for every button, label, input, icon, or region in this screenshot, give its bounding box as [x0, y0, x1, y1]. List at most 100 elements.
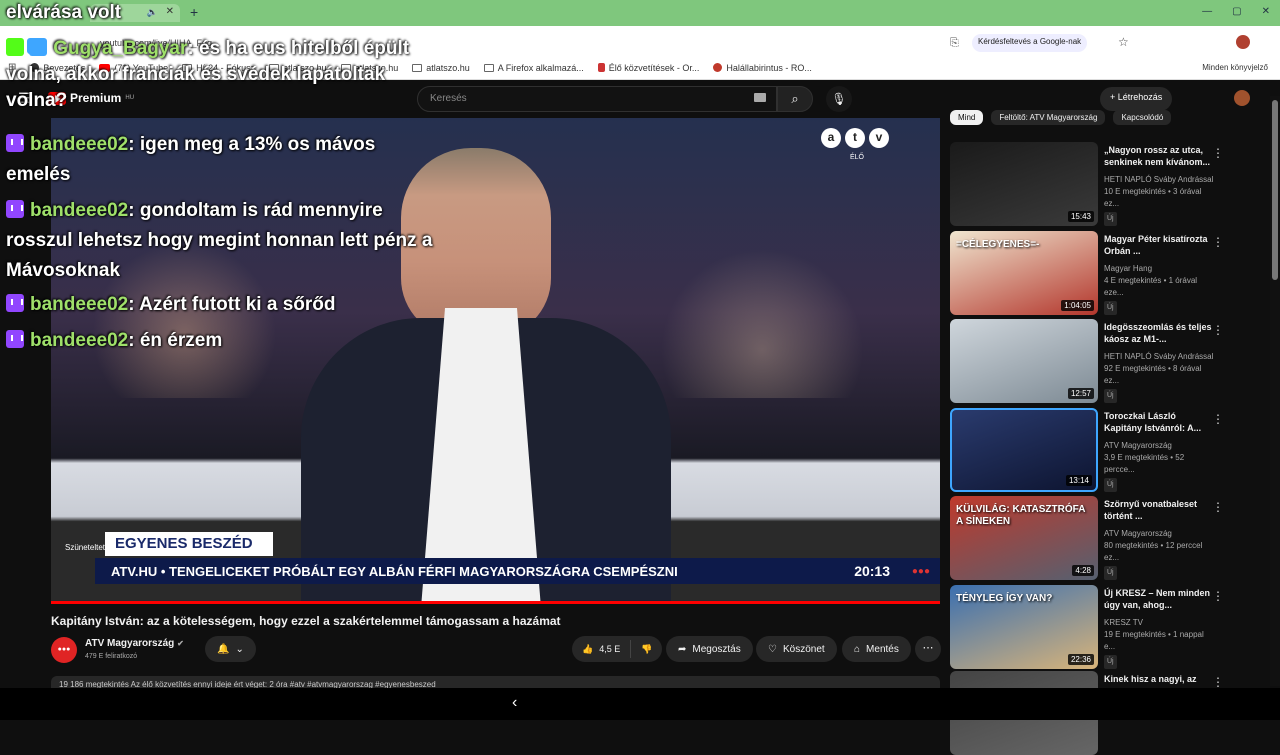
window-close-icon[interactable]: ✕ [1262, 6, 1270, 17]
thanks-icon: ♡ [768, 643, 777, 655]
google-search-button[interactable]: Kérdésfeltevés a Google-nak [972, 34, 1088, 52]
video-thumbnail[interactable]: =CÉLEGYENES=- 1:04:05 [950, 231, 1098, 315]
more-actions-button[interactable]: ⋯ [915, 636, 941, 662]
recommended-meta: KRESZ TV 19 E megtekintés • 1 nappal e...… [1104, 617, 1216, 669]
recommended-video[interactable]: 13:14 Toroczkai László Kapitány Istvánról… [950, 408, 1270, 492]
video-thumbnail[interactable]: 15:43 [950, 142, 1098, 226]
recommended-title[interactable]: Idegösszeomlás és teljes káosz az M1-... [1104, 321, 1214, 345]
window-controls: — ▢ ✕ [1202, 6, 1270, 17]
close-tab-icon[interactable]: ✕ [166, 6, 174, 17]
recommended-video[interactable]: 12:57 Idegösszeomlás és teljes káosz az M… [950, 319, 1270, 403]
maximize-icon[interactable]: ▢ [1232, 6, 1241, 17]
like-button[interactable]: 👍 4,5 E [572, 640, 632, 658]
scrollbar-thumb[interactable] [1272, 100, 1278, 280]
chevron-left-icon[interactable]: ‹ [512, 694, 517, 712]
cast-icon[interactable]: ⎘ [950, 37, 959, 50]
save-button[interactable]: ⌂ Mentés [842, 636, 911, 662]
chat-message: Gugya_Bagyar: és ha eus hitelből épült v… [6, 36, 426, 114]
search-box[interactable]: Keresés [417, 86, 777, 112]
subscriber-count: 479 E feliratkozó [85, 653, 138, 660]
recommended-video[interactable]: Kinek hisz a nagyi, az ⋮ [950, 671, 1270, 755]
thumbnail-caption: =CÉLEGYENES=- [956, 239, 1040, 250]
chevron-down-icon: ⌄ [235, 643, 244, 655]
bookmark-label: A Firefox alkalmazá... [497, 62, 584, 73]
recommended-channel[interactable]: HETI NAPLÓ Sváby Andrással [1104, 174, 1216, 186]
search-placeholder: Keresés [430, 93, 467, 104]
recommended-channel[interactable]: Magyar Hang [1104, 263, 1216, 275]
thanks-button[interactable]: ♡ Köszönet [756, 636, 837, 662]
recommended-title[interactable]: Szörnyű vonatbaleset történt ... [1104, 498, 1214, 522]
create-button[interactable]: + Létrehozás [1100, 87, 1173, 111]
chat-line-top: elvárása volt [6, 2, 122, 23]
recommended-meta: ATV Magyarország 80 megtekintés • 12 perc… [1104, 528, 1216, 580]
page-scrollbar[interactable] [1270, 96, 1280, 686]
more-options-icon[interactable]: ⋮ [1212, 500, 1224, 514]
more-options-icon[interactable]: ⋮ [1212, 412, 1224, 426]
recommended-title[interactable]: Magyar Péter kisatírozta Orbán ... [1104, 233, 1214, 257]
profile-avatar[interactable] [1236, 35, 1250, 49]
progress-fill [51, 601, 940, 604]
dislike-button[interactable]: 👎 [631, 644, 662, 655]
video-duration: 13:14 [1065, 475, 1092, 486]
notification-button[interactable]: 🔔 ⌄ [205, 636, 256, 662]
recommended-channel[interactable]: ATV Magyarország [1104, 528, 1216, 540]
bookmark-item[interactable]: A Firefox alkalmazá... [483, 62, 584, 73]
channel-avatar[interactable]: ●●● [51, 637, 77, 663]
star-icon[interactable]: ☆ [1118, 35, 1129, 49]
live-label: ÉLŐ [850, 154, 865, 161]
progress-bar[interactable] [51, 601, 940, 604]
more-options-icon[interactable]: ⋮ [1212, 323, 1224, 337]
mute-icon[interactable]: 🔈 [147, 7, 158, 18]
voice-search-button[interactable]: 🎙 [826, 86, 852, 112]
news-ticker: ATV.HU • TENGELICEKET PRÓBÁLT EGY ALBÁN … [95, 558, 940, 584]
share-button[interactable]: ➦ Megosztás [666, 636, 753, 662]
keyboard-icon[interactable] [754, 93, 766, 102]
bookmark-item[interactable]: Élő közvetítések - Or... [597, 63, 699, 73]
recommended-title[interactable]: „Nagyon rossz az utca, senkinek nem kívá… [1104, 144, 1214, 168]
recommended-title[interactable]: Toroczkai László Kapitány Istvánról: A..… [1104, 410, 1214, 434]
video-thumbnail[interactable]: 13:14 [950, 408, 1098, 492]
more-options-icon[interactable]: ⋮ [1212, 235, 1224, 249]
recommended-views: 3,9 E megtekintés • 52 percce... [1104, 453, 1185, 474]
recommended-channel[interactable]: HETI NAPLÓ Sváby Andrással [1104, 351, 1216, 363]
video-thumbnail[interactable]: 12:57 [950, 319, 1098, 403]
video-thumbnail[interactable]: TÉNYLEG ÍGY VAN? 22:36 [950, 585, 1098, 669]
chat-user: bandeee02 [30, 330, 129, 351]
more-options-icon[interactable]: ⋮ [1212, 675, 1224, 689]
twitch-icon [6, 134, 24, 152]
other-bookmarks[interactable]: Minden könyvjelző [1202, 63, 1268, 72]
more-options-icon[interactable]: ⋮ [1212, 146, 1224, 160]
video-thumbnail[interactable]: KÜLVILÁG: KATASZTRÓFA A SÍNEKEN 4:28 [950, 496, 1098, 580]
recommended-video[interactable]: 15:43 „Nagyon rossz az utca, senkinek nem… [950, 142, 1270, 226]
share-label: Megosztás [692, 643, 741, 655]
thumbnail-caption: KÜLVILÁG: KATASZTRÓFA A SÍNEKEN [956, 504, 1086, 527]
channel-name[interactable]: ATV Magyarország ✔ [85, 638, 184, 649]
recommended-video[interactable]: KÜLVILÁG: KATASZTRÓFA A SÍNEKEN 4:28 Szörn… [950, 496, 1270, 580]
new-badge: Új [1104, 301, 1117, 315]
recommended-list: 15:43 „Nagyon rossz az utca, senkinek nem… [950, 118, 1270, 755]
recommended-title[interactable]: Kinek hisz a nagyi, az [1104, 673, 1214, 685]
recommended-video[interactable]: TÉNYLEG ÍGY VAN? 22:36 Új KRESZ – Nem mind… [950, 585, 1270, 669]
user-avatar[interactable] [1234, 90, 1250, 106]
pin-chat-icon [29, 38, 48, 56]
ticker-clock: 20:13 [854, 563, 890, 579]
new-tab-icon[interactable]: + [190, 4, 198, 20]
bookmark-item[interactable]: Halállabirintus - RO... [713, 63, 812, 73]
recommended-title[interactable]: Új KRESZ – Nem minden úgy van, ahog... [1104, 587, 1214, 611]
thumbs-down-icon: 👎 [641, 643, 653, 654]
recommended-channel[interactable]: ATV Magyarország [1104, 440, 1216, 452]
ticker-site: ATV.HU [111, 563, 158, 579]
bookmark-icon: ⌂ [854, 643, 861, 655]
chat-user: bandeee02 [30, 200, 129, 221]
recommended-meta: ATV Magyarország 3,9 E megtekintés • 52 p… [1104, 440, 1216, 492]
more-options-icon[interactable]: ⋮ [1212, 589, 1224, 603]
chat-message: bandeee02: én érzem [6, 328, 436, 354]
game-icon [713, 63, 723, 72]
recommended-video[interactable]: =CÉLEGYENES=- 1:04:05 Magyar Péter kisatír… [950, 231, 1270, 315]
recommended-views: 92 E megtekintés • 8 órával ez... [1104, 364, 1202, 385]
video-player[interactable]: a t v ÉLŐ Szünetelteté... K EGYENES BESZ… [51, 118, 940, 604]
recommended-channel[interactable]: KRESZ TV [1104, 617, 1216, 629]
video-title: Kapitány István: az a kötelességem, hogy… [51, 614, 561, 628]
search-button[interactable]: ⌕ [777, 86, 813, 112]
minimize-icon[interactable]: — [1202, 6, 1212, 17]
